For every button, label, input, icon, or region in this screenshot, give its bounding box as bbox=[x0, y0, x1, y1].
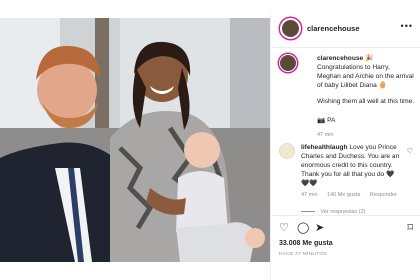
caption-flag-credit: 📷 PA bbox=[317, 117, 336, 124]
header-username[interactable]: clarencehouse bbox=[307, 24, 360, 33]
photo-illustration bbox=[0, 18, 270, 262]
caption-time: 47 min bbox=[317, 132, 334, 138]
replies-divider bbox=[301, 211, 315, 213]
more-horizontal-icon[interactable]: ••• bbox=[401, 21, 413, 31]
comment-time: 47 min bbox=[301, 192, 318, 198]
caption-username[interactable]: clarencehouse bbox=[317, 55, 363, 62]
post-side-panel: clarencehouse ••• clarencehouse 🎉 Congra… bbox=[270, 10, 420, 280]
comment-likes[interactable]: 140 Me gusta bbox=[327, 192, 360, 198]
comment-avatar[interactable] bbox=[279, 143, 295, 159]
post-header: clarencehouse ••• bbox=[271, 10, 420, 48]
caption-line2: Wishing them all well at this time. bbox=[317, 98, 415, 105]
bookmark-icon[interactable]: ⌑ bbox=[407, 221, 413, 234]
like-count[interactable]: 33.008 Me gusta bbox=[279, 240, 333, 247]
heart-icon[interactable]: ♡ bbox=[279, 221, 289, 234]
comment-icon[interactable]: ◯ bbox=[297, 221, 309, 234]
camera-icon: 📷 bbox=[317, 117, 326, 124]
comment-username[interactable]: lifehealthlaugh bbox=[301, 144, 348, 151]
comment-meta: 47 min 140 Me gusta Responder bbox=[301, 192, 405, 198]
header-avatar[interactable] bbox=[280, 18, 301, 39]
share-icon[interactable]: ➤ bbox=[315, 221, 324, 234]
post-photo[interactable] bbox=[0, 18, 270, 262]
comment-text-block: lifehealthlaugh Love you Prince Charles … bbox=[301, 143, 401, 188]
caption-text-block: clarencehouse 🎉 Congratulations to Harry… bbox=[317, 54, 415, 90]
post-actions: ♡ ◯ ➤ ⌑ 33.008 Me gusta HACE 47 MINUTOS bbox=[271, 215, 420, 268]
caption-avatar[interactable] bbox=[279, 54, 297, 72]
comment-reply-button[interactable]: Responder bbox=[370, 192, 397, 198]
comment-like-heart-icon[interactable]: ♡ bbox=[407, 147, 413, 155]
post-time: HACE 47 MINUTOS bbox=[279, 252, 327, 257]
